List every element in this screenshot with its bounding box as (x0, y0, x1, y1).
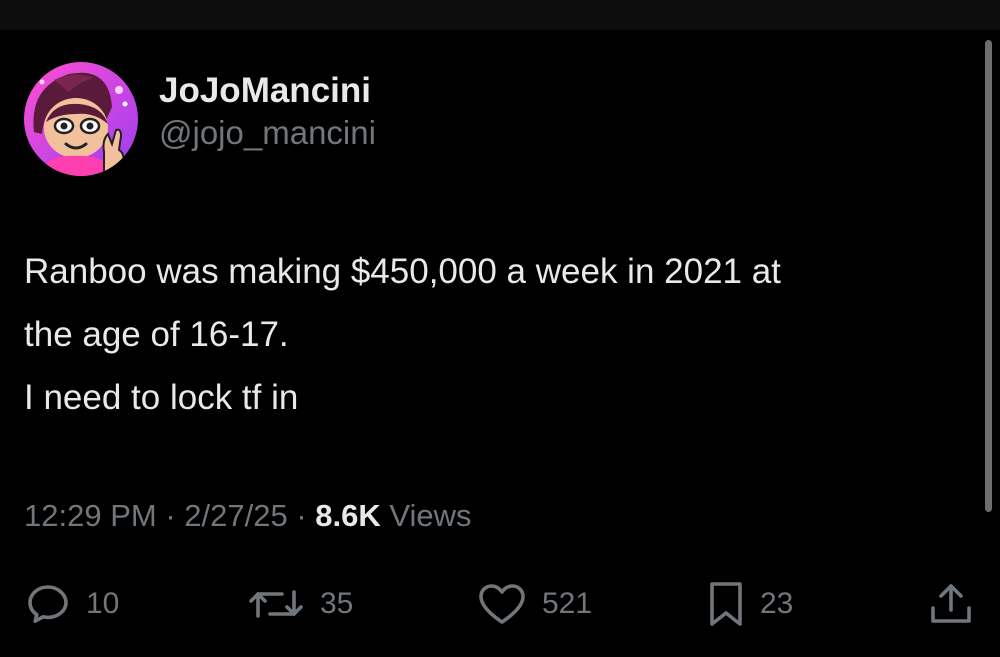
tweet-date[interactable]: 2/27/25 (184, 498, 287, 533)
reply-button[interactable]: 10 (24, 578, 119, 630)
author-display-name[interactable]: JoJoMancini (159, 70, 376, 112)
author-handle[interactable]: @jojo_mancini (159, 112, 376, 154)
heart-icon (479, 584, 525, 624)
avatar-image (24, 62, 138, 176)
views-label: Views (380, 498, 472, 533)
scrollbar[interactable] (985, 40, 992, 512)
meta-separator: · (156, 498, 185, 533)
tweet-line: Ranboo was making $450,000 a week in 202… (24, 252, 781, 291)
avatar[interactable] (24, 62, 138, 176)
share-icon (931, 584, 971, 623)
reply-icon (28, 585, 68, 623)
views-count[interactable]: 8.6K (315, 498, 380, 533)
bookmark-icon (710, 582, 742, 626)
action-bar: 10 35 521 23 (0, 578, 1000, 630)
share-button[interactable] (928, 578, 974, 630)
bookmark-button[interactable]: 23 (706, 578, 793, 630)
tweet-line: I need to lock tf in (24, 378, 299, 417)
top-bar (0, 0, 1000, 30)
reply-count: 10 (86, 587, 120, 620)
tweet-text: Ranboo was making $450,000 a week in 202… (24, 240, 979, 429)
tweet-line: the age of 16-17. (24, 315, 289, 354)
like-button[interactable]: 521 (476, 578, 592, 630)
tweet-time[interactable]: 12:29 PM (24, 498, 157, 533)
retweet-icon (249, 590, 303, 618)
retweet-count: 35 (320, 587, 354, 620)
tweet-meta: 12:29 PM · 2/27/25 · 8.6K Views (24, 494, 472, 538)
retweet-button[interactable]: 35 (246, 578, 353, 630)
like-count: 521 (542, 587, 593, 620)
bookmark-count: 23 (760, 587, 794, 620)
meta-separator: · (287, 498, 316, 533)
tweet-author: JoJoMancini @jojo_mancini (24, 62, 376, 176)
